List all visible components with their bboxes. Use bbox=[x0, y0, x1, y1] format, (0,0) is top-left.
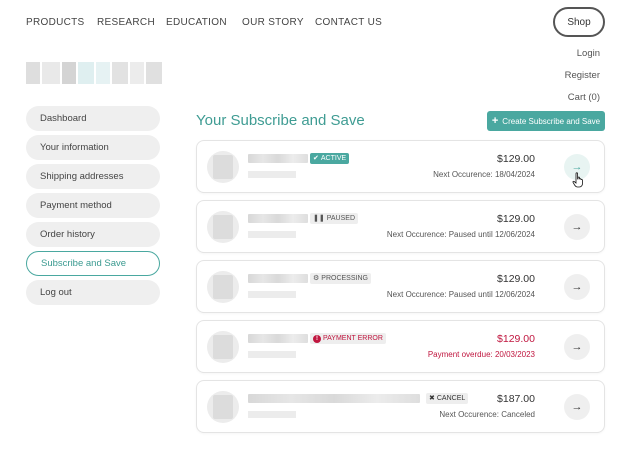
nav-research[interactable]: RESEARCH bbox=[97, 17, 155, 28]
create-subscription-button[interactable]: + Create Subscribe and Save bbox=[487, 111, 605, 131]
alert-icon: ! bbox=[313, 334, 321, 343]
account-menu: Login Register Cart (0) bbox=[565, 48, 600, 114]
plus-icon: + bbox=[491, 115, 499, 127]
subscription-card[interactable]: ⚙ PROCESSING $129.00 Next Occurence: Pau… bbox=[196, 260, 605, 313]
page-title: Your Subscribe and Save bbox=[196, 112, 365, 129]
nav-education[interactable]: EDUCATION bbox=[166, 17, 227, 28]
subscription-price: $129.00 bbox=[497, 153, 535, 165]
arrow-right-icon: → bbox=[571, 341, 583, 353]
status-badge: ✔ ACTIVE bbox=[310, 153, 350, 164]
subscription-price: $129.00 bbox=[497, 273, 535, 285]
product-thumbnail bbox=[207, 391, 239, 423]
blurred-product-name bbox=[248, 274, 308, 283]
blurred-product-name bbox=[248, 154, 308, 163]
arrow-right-icon: → bbox=[571, 221, 583, 233]
blurred-product-name bbox=[248, 334, 308, 343]
status-badge: ⚙ PROCESSING bbox=[310, 273, 371, 284]
shop-button[interactable]: Shop bbox=[553, 7, 605, 37]
status-badge: ✖ CANCEL bbox=[426, 393, 469, 404]
product-thumbnail bbox=[207, 271, 239, 303]
sidebar-item-payment-method[interactable]: Payment method bbox=[26, 193, 160, 218]
blurred-product-detail bbox=[248, 291, 296, 298]
blurred-product-detail bbox=[248, 411, 296, 418]
nav-contact-us[interactable]: CONTACT US bbox=[315, 17, 382, 28]
pause-icon: ❚❚ bbox=[313, 215, 325, 222]
arrow-right-icon: → bbox=[571, 401, 583, 413]
subscription-price: $129.00 bbox=[497, 333, 535, 345]
view-subscription-button[interactable]: → bbox=[564, 334, 590, 360]
create-subscription-label: Create Subscribe and Save bbox=[502, 116, 601, 126]
status-badge: ❚❚ PAUSED bbox=[310, 213, 359, 224]
subscription-card[interactable]: ✔ ACTIVE $129.00 Next Occurence: 18/04/2… bbox=[196, 140, 605, 193]
close-icon: ✖ bbox=[429, 395, 435, 402]
sidebar-item-dashboard[interactable]: Dashboard bbox=[26, 106, 160, 131]
login-link[interactable]: Login bbox=[565, 48, 600, 70]
view-subscription-button[interactable]: → bbox=[564, 394, 590, 420]
register-link[interactable]: Register bbox=[565, 70, 600, 92]
view-subscription-button[interactable]: → bbox=[564, 274, 590, 300]
view-subscription-button[interactable]: → bbox=[564, 214, 590, 240]
sidebar-item-shipping-addresses[interactable]: Shipping addresses bbox=[26, 164, 160, 189]
sidebar-item-log-out[interactable]: Log out bbox=[26, 280, 160, 305]
blurred-product-detail bbox=[248, 171, 296, 178]
subscription-card[interactable]: ❚❚ PAUSED $129.00 Next Occurence: Paused… bbox=[196, 200, 605, 253]
nav-our-story[interactable]: OUR STORY bbox=[242, 17, 304, 28]
sidebar-item-order-history[interactable]: Order history bbox=[26, 222, 160, 247]
account-sidebar: Dashboard Your information Shipping addr… bbox=[26, 106, 160, 309]
sidebar-item-subscribe-and-save[interactable]: Subscribe and Save bbox=[26, 251, 160, 276]
sidebar-item-your-information[interactable]: Your information bbox=[26, 135, 160, 160]
hand-cursor-icon bbox=[572, 172, 583, 188]
next-occurrence: Next Occurence: Paused until 12/06/2024 bbox=[386, 230, 535, 239]
payment-overdue: Payment overdue: 20/03/2023 bbox=[427, 350, 535, 359]
subscription-list: ✔ ACTIVE $129.00 Next Occurence: 18/04/2… bbox=[196, 140, 605, 440]
next-occurrence: Next Occurence: Canceled bbox=[439, 410, 535, 419]
blurred-product-detail bbox=[248, 351, 296, 358]
product-thumbnail bbox=[207, 211, 239, 243]
subscription-card[interactable]: ! PAYMENT ERROR $129.00 Payment overdue:… bbox=[196, 320, 605, 373]
nav-products[interactable]: PRODUCTS bbox=[26, 17, 85, 28]
product-thumbnail bbox=[207, 331, 239, 363]
next-occurrence: Next Occurence: Paused until 12/06/2024 bbox=[386, 290, 535, 299]
blurred-product-name bbox=[248, 394, 420, 403]
status-badge: ! PAYMENT ERROR bbox=[310, 333, 386, 344]
subscription-price: $187.00 bbox=[497, 393, 535, 405]
arrow-right-icon: → bbox=[571, 281, 583, 293]
blurred-logo bbox=[26, 62, 162, 84]
product-thumbnail bbox=[207, 151, 239, 183]
next-occurrence: Next Occurence: 18/04/2024 bbox=[433, 170, 535, 179]
subscription-card[interactable]: ✖ CANCEL $187.00 Next Occurence: Cancele… bbox=[196, 380, 605, 433]
subscription-price: $129.00 bbox=[497, 213, 535, 225]
blurred-product-name bbox=[248, 214, 308, 223]
blurred-product-detail bbox=[248, 231, 296, 238]
gear-icon: ⚙ bbox=[313, 275, 320, 282]
check-icon: ✔ bbox=[313, 155, 319, 162]
